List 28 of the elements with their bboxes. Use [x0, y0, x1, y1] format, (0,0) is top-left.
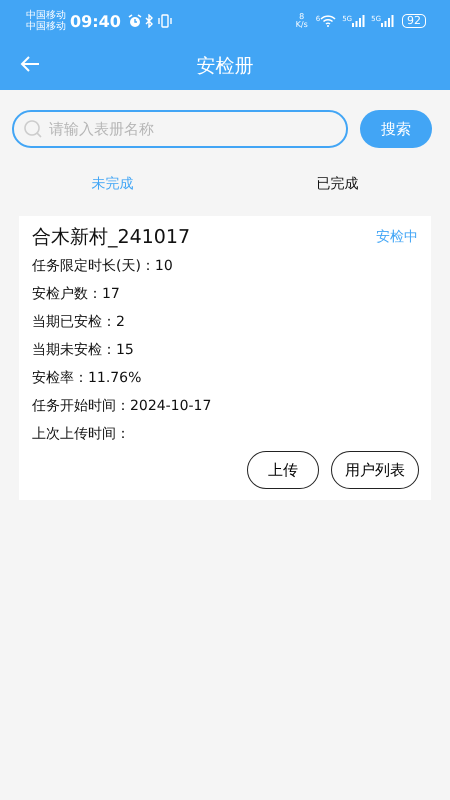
- alarm-icon: [128, 14, 142, 28]
- info-line: 安检率：11.76%: [32, 369, 142, 388]
- bluetooth-icon: [144, 14, 154, 28]
- back-button[interactable]: [20, 56, 40, 72]
- vibrate-icon: [156, 14, 173, 28]
- info-line: 上次上传时间：: [32, 425, 131, 444]
- speed-unit: K/s: [296, 21, 308, 29]
- action-button[interactable]: 用户列表: [331, 451, 419, 489]
- back-arrow-icon: [20, 56, 40, 72]
- info-line: 当期已安检：2: [32, 313, 126, 332]
- search-field[interactable]: 请输入表册名称: [12, 110, 348, 148]
- carrier-name: 中国移动: [26, 10, 66, 21]
- tab[interactable]: 已完成: [225, 164, 450, 204]
- page-title: 安检册: [196, 54, 254, 79]
- action-button[interactable]: 上传: [247, 451, 319, 489]
- status-label: 安检中: [376, 228, 418, 246]
- card-title: 合木新村_241017: [32, 225, 190, 250]
- speed-value: 8: [299, 13, 304, 21]
- signal-icon: [381, 15, 394, 27]
- info-line: 当期未安检：15: [32, 341, 135, 360]
- info-line: 任务限定时长(天)：10: [32, 257, 174, 276]
- info-line: 安检户数：17: [32, 285, 121, 304]
- battery-indicator: 92: [402, 14, 426, 28]
- info-line: 任务开始时间：2024-10-17: [32, 397, 212, 416]
- wifi-icon: [320, 15, 336, 27]
- carrier-name: 中国移动: [26, 21, 66, 32]
- signal-icon: [352, 15, 366, 27]
- status-time: 09:40: [70, 12, 121, 30]
